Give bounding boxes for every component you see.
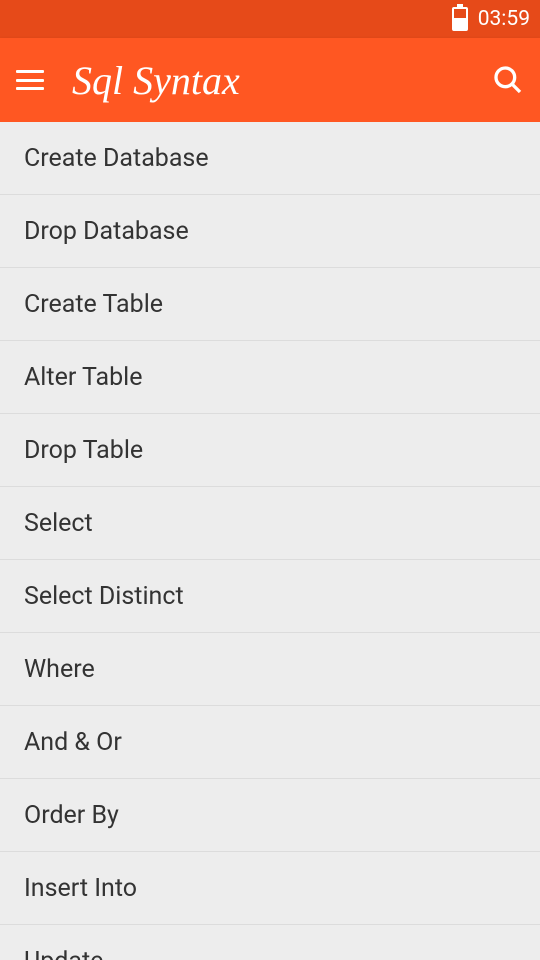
list-item[interactable]: Create Database — [0, 122, 540, 195]
list-item-label: Drop Database — [24, 217, 189, 246]
list-item[interactable]: Drop Database — [0, 195, 540, 268]
list-item[interactable]: Where — [0, 633, 540, 706]
list-item[interactable]: Order By — [0, 779, 540, 852]
list-item-label: Select Distinct — [24, 582, 184, 611]
list-item-label: Alter Table — [24, 363, 143, 392]
app-title: Sql Syntax — [72, 57, 492, 104]
syntax-list: Create Database Drop Database Create Tab… — [0, 122, 540, 960]
list-item-label: Update — [24, 947, 103, 960]
search-icon[interactable] — [492, 64, 524, 96]
list-item[interactable]: Insert Into — [0, 852, 540, 925]
list-item-label: Create Table — [24, 290, 163, 319]
list-item-label: Order By — [24, 801, 119, 830]
status-bar: 03:59 — [0, 0, 540, 38]
list-item[interactable]: Alter Table — [0, 341, 540, 414]
list-item[interactable]: And & Or — [0, 706, 540, 779]
list-item[interactable]: Create Table — [0, 268, 540, 341]
list-item-label: Create Database — [24, 144, 209, 173]
status-time: 03:59 — [478, 7, 530, 31]
list-item[interactable]: Select — [0, 487, 540, 560]
list-item-label: Insert Into — [24, 874, 137, 903]
app-bar: Sql Syntax — [0, 38, 540, 122]
list-item-label: And & Or — [24, 728, 122, 757]
menu-icon[interactable] — [16, 70, 44, 90]
list-item[interactable]: Select Distinct — [0, 560, 540, 633]
list-item-label: Where — [24, 655, 95, 684]
battery-icon — [452, 7, 468, 31]
list-item-label: Drop Table — [24, 436, 143, 465]
list-item-label: Select — [24, 509, 93, 538]
list-item[interactable]: Update — [0, 925, 540, 960]
list-item[interactable]: Drop Table — [0, 414, 540, 487]
battery-fill — [454, 18, 466, 29]
